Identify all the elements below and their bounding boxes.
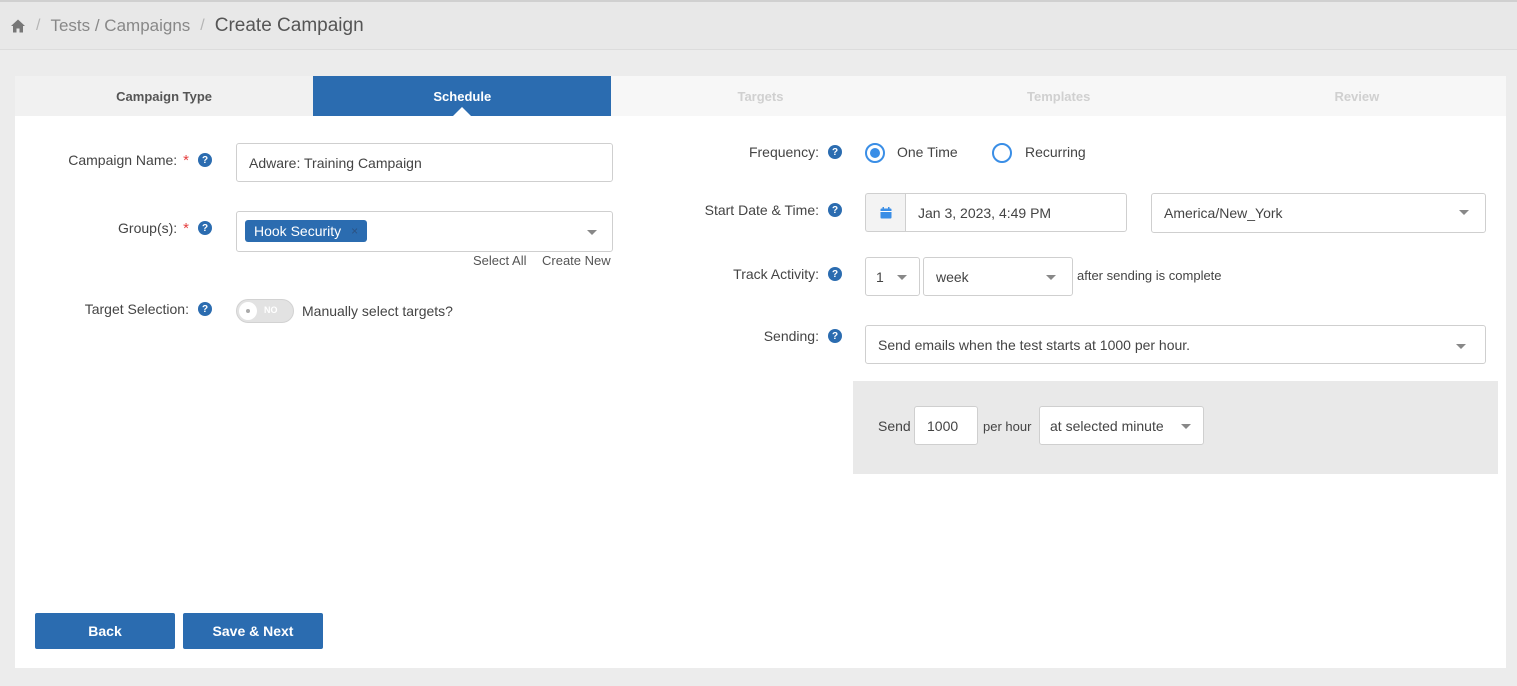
chevron-down-icon[interactable]	[897, 275, 907, 280]
step-targets[interactable]: Targets	[611, 76, 909, 116]
sending-select[interactable]: Send emails when the test starts at 1000…	[865, 325, 1486, 364]
start-date-label-text: Start Date & Time:	[704, 202, 819, 218]
minute-select-value: at selected minute	[1050, 417, 1164, 434]
manual-targets-description: Manually select targets?	[302, 303, 453, 319]
track-suffix-text: after sending is complete	[1077, 268, 1222, 283]
step-schedule[interactable]: Schedule	[313, 76, 612, 116]
track-activity-label-text: Track Activity:	[733, 266, 819, 282]
help-icon[interactable]: ?	[828, 267, 842, 281]
help-icon[interactable]: ?	[828, 329, 842, 343]
one-time-label[interactable]: One Time	[897, 144, 958, 160]
wizard-steps: Campaign Type Schedule Targets Templates…	[15, 76, 1506, 116]
sending-label-text: Sending:	[763, 328, 819, 344]
help-icon[interactable]: ?	[198, 153, 212, 167]
calendar-icon	[880, 206, 891, 218]
help-icon[interactable]: ?	[198, 221, 212, 235]
toggle-state-text: NO	[264, 305, 278, 315]
campaign-name-input[interactable]: Adware: Training Campaign	[236, 143, 613, 182]
send-rate-value: 1000	[927, 417, 959, 434]
manual-targets-toggle[interactable]: NO	[236, 299, 294, 323]
track-number-select[interactable]: 1	[865, 257, 920, 296]
campaign-name-value: Adware: Training Campaign	[249, 154, 422, 171]
save-next-button[interactable]: Save & Next	[183, 613, 323, 649]
help-icon[interactable]: ?	[198, 302, 212, 316]
breadcrumb: / Tests / Campaigns / Create Campaign	[0, 2, 1517, 50]
track-number-value: 1	[876, 268, 884, 285]
required-mark: *	[183, 219, 189, 237]
toggle-knob	[239, 302, 257, 320]
recurring-label[interactable]: Recurring	[1025, 144, 1086, 160]
campaign-name-label: Campaign Name: * ?	[15, 150, 212, 170]
groups-label-text: Group(s):	[118, 220, 178, 236]
minute-select[interactable]: at selected minute	[1039, 406, 1204, 445]
track-activity-label: Track Activity: ?	[615, 264, 842, 284]
chevron-down-icon[interactable]	[587, 230, 597, 235]
chevron-down-icon[interactable]	[1459, 210, 1469, 215]
start-date-input[interactable]: Jan 3, 2023, 4:49 PM	[905, 193, 1127, 232]
radio-recurring[interactable]	[992, 143, 1012, 163]
required-mark: *	[183, 151, 189, 169]
start-date-label: Start Date & Time: ?	[615, 200, 842, 220]
per-hour-label: per hour	[983, 419, 1032, 434]
send-label: Send	[878, 418, 911, 434]
start-date-value: Jan 3, 2023, 4:49 PM	[918, 204, 1052, 221]
chevron-down-icon[interactable]	[1181, 424, 1191, 429]
home-icon[interactable]	[10, 18, 26, 34]
chevron-down-icon[interactable]	[1456, 344, 1466, 349]
back-button[interactable]: Back	[35, 613, 175, 649]
frequency-label: Frequency: ?	[615, 142, 842, 162]
group-chip[interactable]: Hook Security ×	[245, 220, 368, 242]
step-templates[interactable]: Templates	[910, 76, 1208, 116]
breadcrumb-separator: /	[36, 16, 41, 34]
chip-remove-icon[interactable]: ×	[351, 224, 358, 238]
target-selection-label-text: Target Selection:	[84, 301, 189, 317]
send-rate-input[interactable]: 1000	[914, 406, 978, 445]
sending-value: Send emails when the test starts at 1000…	[878, 336, 1191, 353]
calendar-button[interactable]	[865, 193, 905, 232]
breadcrumb-separator: /	[200, 16, 205, 34]
page-title: Create Campaign	[214, 14, 364, 36]
breadcrumb-link-campaigns[interactable]: Tests / Campaigns	[50, 16, 190, 36]
radio-one-time[interactable]	[865, 143, 885, 163]
sending-label: Sending: ?	[615, 326, 842, 346]
help-icon[interactable]: ?	[828, 145, 842, 159]
group-chip-label: Hook Security	[254, 223, 342, 239]
target-selection-label: Target Selection: ?	[15, 299, 212, 319]
create-new-link[interactable]: Create New	[542, 253, 611, 268]
groups-label: Group(s): * ?	[15, 218, 212, 238]
help-icon[interactable]: ?	[828, 203, 842, 217]
step-review[interactable]: Review	[1208, 76, 1506, 116]
select-all-link[interactable]: Select All	[473, 253, 526, 268]
timezone-value: America/New_York	[1164, 205, 1283, 221]
campaign-wizard-card: Campaign Type Schedule Targets Templates…	[15, 76, 1506, 668]
timezone-select[interactable]: America/New_York	[1151, 193, 1486, 233]
chevron-down-icon[interactable]	[1046, 275, 1056, 280]
frequency-label-text: Frequency:	[748, 144, 819, 160]
campaign-name-label-text: Campaign Name:	[68, 152, 178, 168]
track-unit-value: week	[936, 268, 969, 285]
step-campaign-type[interactable]: Campaign Type	[15, 76, 314, 116]
